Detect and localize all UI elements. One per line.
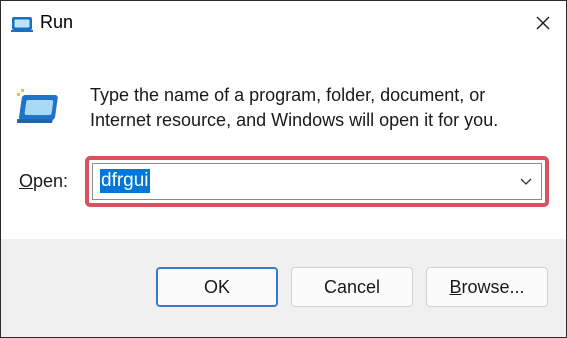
open-label: Open: (19, 171, 68, 192)
open-label-accesskey: O (19, 171, 34, 191)
browse-button[interactable]: Browse... (426, 267, 548, 307)
cancel-button[interactable]: Cancel (291, 267, 413, 307)
open-label-text: pen: (33, 171, 69, 191)
run-dialog: Run Type the name of a program, folder, … (0, 0, 567, 338)
run-icon (11, 17, 33, 32)
close-icon (536, 16, 550, 30)
title-bar: Run (1, 1, 566, 45)
chevron-down-icon[interactable] (519, 175, 533, 187)
instruction-text: Type the name of a program, folder, docu… (90, 83, 530, 133)
open-combobox[interactable]: dfrgui (92, 163, 542, 200)
close-button[interactable] (520, 1, 566, 45)
instruction-line-1: Type the name of a program, folder, docu… (90, 85, 486, 105)
button-bar: OK Cancel Browse... (1, 239, 566, 337)
run-program-icon (17, 89, 58, 123)
cancel-label: Cancel (323, 276, 381, 297)
open-input-value[interactable]: dfrgui (100, 169, 150, 193)
browse-label-accesskey: B (449, 276, 462, 297)
instruction-line-2: Internet resource, and Windows will open… (90, 110, 499, 130)
window-title: Run (40, 12, 74, 32)
ok-button[interactable]: OK (156, 267, 278, 307)
ok-label: OK (203, 276, 230, 297)
browse-label-text: rowse... (461, 276, 525, 297)
